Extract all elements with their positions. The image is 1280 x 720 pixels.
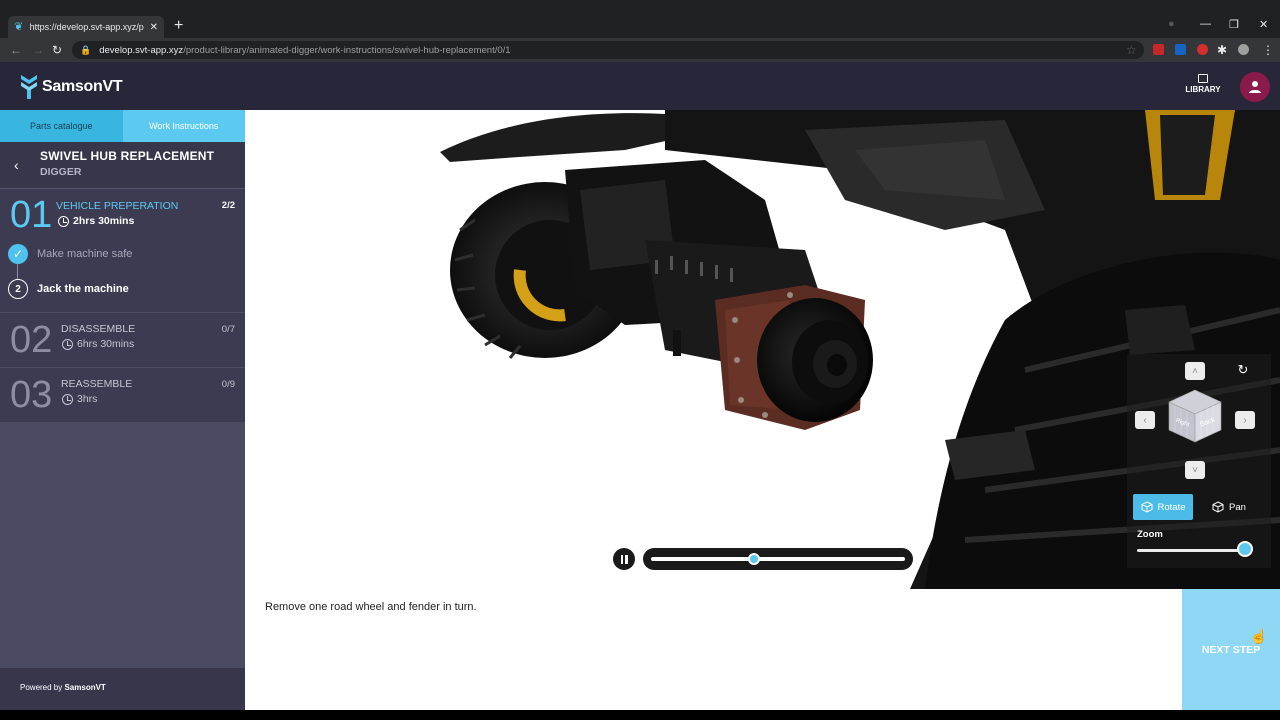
new-tab-button[interactable]: +	[174, 18, 183, 34]
tab-work-instructions[interactable]: Work Instructions	[122, 110, 245, 142]
section-time: 3hrs	[62, 393, 97, 405]
lock-icon: 🔒	[80, 44, 92, 55]
section-progress-count: 0/7	[221, 324, 235, 335]
minimize-button[interactable]: —	[1200, 18, 1211, 30]
library-icon	[1198, 74, 1208, 83]
step-connector	[17, 264, 18, 279]
bookmark-star-icon[interactable]: ☆	[1126, 43, 1137, 57]
omnibar: ← → ↻ 🔒 develop.svt-app.xyz/product-libr…	[0, 38, 1280, 62]
step-label: Make machine safe	[37, 248, 133, 260]
instruction-panel: Remove one road wheel and fender in turn…	[245, 589, 1182, 710]
reset-view-button[interactable]: ↻	[1233, 361, 1253, 379]
section-time: 6hrs 30mins	[62, 338, 134, 350]
profile-icon[interactable]	[1238, 44, 1249, 55]
adblock-extension-icon[interactable]	[1153, 44, 1164, 55]
section-name: REASSEMBLE	[61, 378, 133, 390]
tab-close-icon[interactable]: ✕	[150, 22, 158, 33]
section-vehicle-preparation[interactable]: 01 VEHICLE PREPERATION 2hrs 30mins 2/2 ✓…	[0, 188, 245, 312]
section-name: VEHICLE PREPERATION	[56, 200, 179, 212]
address-bar[interactable]: 🔒 develop.svt-app.xyz/product-library/an…	[72, 41, 1144, 59]
bottom-edge	[0, 710, 1280, 720]
forward-nav-icon[interactable]: →	[32, 43, 44, 57]
extension-icon[interactable]	[1197, 44, 1208, 55]
view-cube[interactable]: Back Right	[1165, 386, 1225, 446]
step-number-badge: 2	[8, 279, 28, 299]
zoom-slider[interactable]	[1137, 549, 1245, 552]
logo-text: SamsonVT	[42, 78, 123, 95]
record-icon: ●	[1168, 18, 1175, 30]
reload-icon[interactable]: ↻	[52, 43, 62, 57]
instruction-text: Remove one road wheel and fender in turn…	[265, 601, 477, 613]
pause-icon	[620, 554, 623, 564]
puzzle-extensions-icon[interactable]: ✱	[1217, 43, 1227, 57]
section-reassemble[interactable]: 03 REASSEMBLE 3hrs 0/9	[0, 367, 245, 422]
section-number: 02	[10, 319, 53, 361]
section-disassemble[interactable]: 02 DISASSEMBLE 6hrs 30mins 0/7	[0, 312, 245, 367]
extension-icon[interactable]	[1175, 44, 1186, 55]
check-icon: ✓	[8, 244, 28, 264]
back-arrow-icon[interactable]: ‹	[14, 157, 19, 173]
rotate-mode-button[interactable]: Rotate	[1133, 494, 1193, 520]
back-nav-icon[interactable]: ←	[10, 43, 22, 57]
pan-label: Pan	[1229, 501, 1246, 513]
samsonvt-logo-icon	[21, 75, 37, 99]
samsonvt-favicon-icon: ❦	[14, 21, 24, 33]
section-progress-count: 2/2	[221, 200, 235, 211]
browser-menu-icon[interactable]: ⋮	[1262, 43, 1274, 57]
step-item-jack-the-machine[interactable]: 2 Jack the machine	[8, 279, 129, 299]
hand-cursor-icon: ☝	[1250, 628, 1268, 644]
step-item-make-machine-safe[interactable]: ✓ Make machine safe	[8, 244, 132, 264]
sidebar: Parts catalogue Work Instructions ‹ SWIV…	[0, 110, 245, 710]
powered-by-text: Powered by SamsonVT	[20, 683, 106, 692]
url-text: develop.svt-app.xyz/product-library/anim…	[99, 44, 511, 56]
samsonvt-logo[interactable]: SamsonVT	[20, 74, 123, 100]
procedure-subtitle: DIGGER	[40, 166, 82, 178]
rotate-down-button[interactable]: ˅	[1185, 461, 1205, 479]
rotate-right-button[interactable]: ›	[1235, 411, 1255, 429]
timeline-scrubber[interactable]	[747, 553, 760, 565]
cube-rotate-icon	[1141, 501, 1152, 513]
view-control-panel: ˄ ↻ ‹ Back Right › ˅ Rotate Pan Zoom	[1127, 354, 1271, 568]
cube-pan-icon	[1212, 501, 1224, 513]
clock-icon	[58, 215, 69, 227]
app-header: SamsonVT LIBRARY	[0, 62, 1280, 110]
tab-parts-catalogue[interactable]: Parts catalogue	[0, 110, 123, 142]
rotate-left-button[interactable]: ‹	[1135, 411, 1155, 429]
library-label: LIBRARY	[1185, 85, 1221, 94]
section-number: 01	[10, 194, 53, 236]
close-window-button[interactable]: ✕	[1259, 18, 1268, 31]
section-name: DISASSEMBLE	[61, 323, 136, 335]
next-step-label: NEXT STEP	[1201, 643, 1261, 656]
animation-playback	[613, 548, 913, 570]
procedure-header: ‹ SWIVEL HUB REPLACEMENT DIGGER	[0, 142, 245, 188]
next-step-button[interactable]: NEXT STEP	[1182, 589, 1280, 710]
procedure-title: SWIVEL HUB REPLACEMENT	[40, 149, 215, 163]
tab-title: https://develop.svt-app.xyz/product	[29, 22, 144, 32]
sidebar-tabs: Parts catalogue Work Instructions	[0, 110, 245, 142]
digger-3d-model[interactable]	[245, 110, 1280, 589]
rotate-label: Rotate	[1157, 501, 1186, 513]
section-number: 03	[10, 374, 53, 416]
pan-mode-button[interactable]: Pan	[1199, 494, 1259, 520]
3d-viewer[interactable]: ˄ ↻ ‹ Back Right › ˅ Rotate Pan Zoom	[245, 110, 1280, 589]
zoom-label: Zoom	[1137, 529, 1163, 540]
section-progress-count: 0/9	[221, 379, 235, 390]
section-time: 2hrs 30mins	[58, 215, 134, 227]
user-icon	[1249, 81, 1261, 93]
user-avatar[interactable]	[1240, 72, 1270, 102]
restore-button[interactable]: ❐	[1229, 18, 1239, 31]
step-label: Jack the machine	[37, 283, 129, 295]
clock-icon	[62, 338, 73, 350]
zoom-slider-handle[interactable]	[1237, 541, 1253, 557]
clock-icon	[62, 393, 73, 405]
rotate-up-button[interactable]: ˄	[1185, 362, 1205, 380]
library-button[interactable]: LIBRARY	[1182, 74, 1224, 94]
pause-button[interactable]	[613, 548, 635, 570]
animation-timeline[interactable]	[643, 548, 913, 570]
browser-chrome: ❦ https://develop.svt-app.xyz/product ✕ …	[0, 0, 1280, 62]
browser-tab[interactable]: ❦ https://develop.svt-app.xyz/product ✕	[8, 16, 164, 38]
